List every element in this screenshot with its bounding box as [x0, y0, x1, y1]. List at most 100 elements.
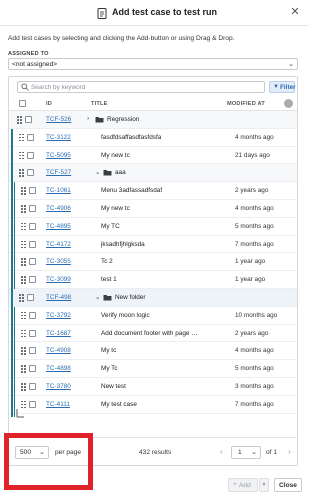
folder-id-link[interactable]: TCF-498: [46, 294, 71, 301]
chevron-right-icon[interactable]: ›: [87, 115, 89, 122]
test-case-id-link[interactable]: TC-3122: [46, 134, 71, 141]
test-case-id-link[interactable]: TC-4908: [46, 347, 71, 354]
tree-guide-line: [11, 288, 13, 307]
table-row[interactable]: TC-4170my tc7 months ago: [9, 413, 297, 417]
test-case-id-link[interactable]: TC-4898: [46, 365, 71, 372]
folder-row[interactable]: TCF-527 ⌄ aaa: [9, 164, 297, 183]
drag-handle-icon[interactable]: [19, 133, 25, 142]
row-checkbox[interactable]: [29, 311, 36, 319]
row-checkbox[interactable]: [27, 133, 34, 141]
column-modified[interactable]: MODIFIED AT: [227, 101, 265, 107]
folder-id-link[interactable]: TCF-527: [46, 169, 71, 176]
table-row[interactable]: TC-4908 My tc 4 months ago: [9, 342, 297, 361]
test-case-id-link[interactable]: TC-1061: [46, 187, 71, 194]
drag-handle-icon[interactable]: [21, 222, 27, 231]
folder-row[interactable]: TCF-526 › Regression: [9, 111, 297, 129]
test-case-id-link[interactable]: TC-3780: [46, 383, 71, 390]
dialog-titlebar: Add test case to test run ✕: [0, 0, 308, 26]
table-row[interactable]: TC-3055 Tc 2 1 year ago: [9, 253, 297, 272]
close-button[interactable]: Close: [274, 478, 302, 492]
test-case-id-link[interactable]: TC-4111: [46, 401, 70, 408]
search-input[interactable]: [31, 83, 261, 92]
test-case-id-link[interactable]: TC-3099: [46, 276, 71, 283]
table-row[interactable]: TC-5095 My new tc 21 days ago: [9, 146, 297, 165]
select-all-checkbox[interactable]: [19, 100, 26, 107]
previous-page-icon[interactable]: ‹: [220, 447, 223, 456]
test-case-id-link[interactable]: TC-1687: [46, 330, 71, 337]
table-row[interactable]: TC-4906 My new tc 4 months ago: [9, 199, 297, 218]
test-case-title: My TC: [101, 222, 120, 230]
table-row[interactable]: TC-4172 jksadhfjhlgksda 7 months ago: [9, 235, 297, 254]
table-row[interactable]: TC-3122 fasdfdsaffasdfasfdsfa 4 months ago: [9, 128, 297, 147]
row-checkbox[interactable]: [29, 347, 36, 355]
search-box[interactable]: [17, 81, 265, 93]
row-checkbox[interactable]: [29, 382, 36, 390]
drag-handle-icon[interactable]: [21, 347, 27, 355]
per-page-select[interactable]: 500 ⌄: [15, 446, 49, 459]
drag-handle-icon[interactable]: [21, 382, 27, 391]
drag-handle-icon[interactable]: [19, 293, 25, 302]
drag-handle-icon[interactable]: [21, 311, 27, 320]
column-title[interactable]: TITLE: [91, 101, 108, 107]
drag-handle-icon[interactable]: [21, 258, 27, 266]
test-case-id-link[interactable]: TC-3792: [46, 312, 71, 319]
table-row[interactable]: TC-4895 My TC 5 months ago: [9, 217, 297, 236]
column-settings-icon[interactable]: [284, 99, 293, 108]
test-case-id-link[interactable]: TC-4895: [46, 223, 71, 230]
row-checkbox[interactable]: [27, 151, 34, 159]
add-button[interactable]: + Add: [228, 478, 258, 492]
folder-row[interactable]: TCF-498 ⌄ New folder: [9, 288, 297, 307]
row-checkbox[interactable]: [29, 258, 36, 266]
close-icon[interactable]: ✕: [289, 6, 301, 18]
row-checkbox[interactable]: [29, 329, 36, 337]
folder-id-link[interactable]: TCF-526: [46, 116, 71, 123]
drag-handle-icon[interactable]: [21, 276, 27, 284]
drag-handle-icon[interactable]: [21, 240, 27, 249]
tree-guide-line: [13, 306, 15, 325]
test-case-title: Tc 2: [101, 258, 113, 266]
chevron-down-icon[interactable]: ⌄: [95, 293, 100, 301]
drag-handle-icon[interactable]: [17, 116, 23, 124]
drag-handle-icon[interactable]: [21, 329, 27, 338]
column-id[interactable]: ID: [46, 101, 52, 107]
drag-handle-icon[interactable]: [21, 204, 27, 213]
row-checkbox[interactable]: [29, 187, 36, 195]
filter-button[interactable]: ▼ Filter: [269, 81, 296, 93]
drag-handle-icon[interactable]: [19, 169, 25, 177]
drag-handle-icon[interactable]: [19, 151, 25, 160]
row-checkbox[interactable]: [27, 293, 34, 301]
table-row[interactable]: TC-4111 My test case 7 months ago: [9, 395, 297, 414]
assigned-to-select[interactable]: <not assigned> ⌄: [8, 58, 298, 70]
row-checkbox[interactable]: [29, 204, 36, 212]
test-case-id-link[interactable]: TC-4172: [46, 241, 71, 248]
test-case-id-link[interactable]: TC-4906: [46, 205, 71, 212]
folder-name: Regression: [107, 116, 140, 123]
chevron-down-icon[interactable]: ⌄: [95, 168, 100, 176]
table-row[interactable]: TC-1687 Add document footer with page … 2 …: [9, 324, 297, 343]
modified-at: 2 years ago: [235, 187, 269, 195]
test-case-id-link[interactable]: TC-3055: [46, 258, 71, 265]
test-case-title: My test case: [101, 400, 137, 408]
tree-guide-line: [11, 271, 13, 289]
row-checkbox[interactable]: [27, 169, 34, 177]
table-row[interactable]: TC-4898 My Tc 5 months ago: [9, 360, 297, 378]
resize-handle-icon[interactable]: [15, 408, 25, 418]
per-page-label: per page: [55, 449, 82, 456]
drag-handle-icon[interactable]: [21, 365, 27, 373]
row-checkbox[interactable]: [29, 400, 36, 408]
table-row[interactable]: TC-1061 Menu 3adfassadfsdaf 2 years ago: [9, 182, 297, 200]
row-checkbox[interactable]: [25, 116, 32, 123]
drag-handle-icon[interactable]: [21, 187, 27, 195]
page-select[interactable]: 1 ⌄: [231, 446, 261, 459]
table-row[interactable]: TC-3099 test 1 1 year ago: [9, 271, 297, 289]
table-row[interactable]: TC-3792 Verify moon logic 10 months ago: [9, 306, 297, 325]
row-checkbox[interactable]: [29, 365, 36, 373]
add-options-chevron-icon[interactable]: ▾: [259, 478, 269, 492]
row-checkbox[interactable]: [29, 240, 36, 248]
plus-icon: +: [233, 481, 237, 488]
table-row[interactable]: TC-3780 New test 3 months ago: [9, 377, 297, 396]
row-checkbox[interactable]: [29, 276, 36, 284]
test-case-id-link[interactable]: TC-5095: [46, 152, 71, 159]
row-checkbox[interactable]: [29, 222, 36, 230]
next-page-icon[interactable]: ›: [288, 447, 291, 456]
